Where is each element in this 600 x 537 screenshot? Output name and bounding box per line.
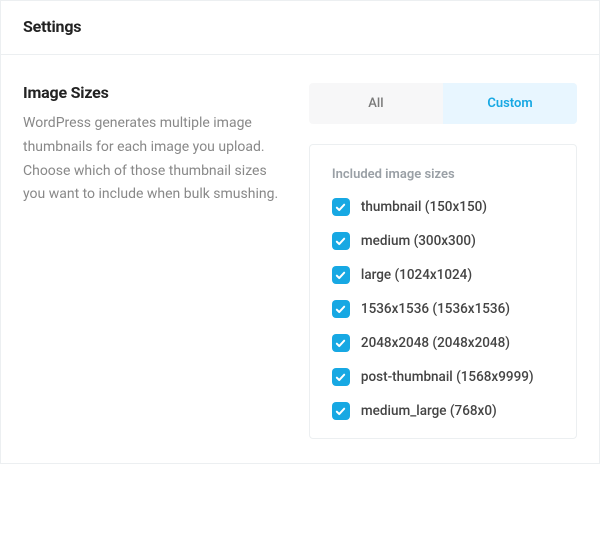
size-row: post-thumbnail (1568x9999) bbox=[332, 368, 554, 386]
tab-all[interactable]: All bbox=[309, 83, 443, 124]
panel-header: Settings bbox=[1, 1, 599, 55]
included-sizes-heading: Included image sizes bbox=[332, 167, 554, 182]
sizes-list: thumbnail (150x150) medium (300x300) large… bbox=[332, 198, 554, 420]
size-row: thumbnail (150x150) bbox=[332, 198, 554, 216]
page-title: Settings bbox=[23, 17, 577, 36]
size-row: 1536x1536 (1536x1536) bbox=[332, 300, 554, 318]
tab-custom[interactable]: Custom bbox=[443, 83, 577, 124]
included-sizes-box: Included image sizes thumbnail (150x150)… bbox=[309, 144, 577, 439]
size-checkbox[interactable] bbox=[332, 198, 350, 216]
section-description: WordPress generates multiple image thumb… bbox=[23, 112, 289, 207]
size-label: large (1024x1024) bbox=[361, 267, 472, 283]
size-label: medium (300x300) bbox=[361, 233, 476, 249]
size-checkbox[interactable] bbox=[332, 266, 350, 284]
size-checkbox[interactable] bbox=[332, 368, 350, 386]
size-label: medium_large (768x0) bbox=[361, 403, 497, 419]
size-label: 1536x1536 (1536x1536) bbox=[361, 301, 510, 317]
section-controls: All Custom Included image sizes thumbnai… bbox=[309, 83, 577, 439]
size-row: 2048x2048 (2048x2048) bbox=[332, 334, 554, 352]
section-title: Image Sizes bbox=[23, 83, 289, 102]
size-row: medium (300x300) bbox=[332, 232, 554, 250]
size-label: thumbnail (150x150) bbox=[361, 199, 487, 215]
settings-panel: Settings Image Sizes WordPress generates… bbox=[0, 0, 600, 464]
size-checkbox[interactable] bbox=[332, 232, 350, 250]
section-info: Image Sizes WordPress generates multiple… bbox=[23, 83, 289, 439]
size-row: medium_large (768x0) bbox=[332, 402, 554, 420]
size-checkbox[interactable] bbox=[332, 334, 350, 352]
size-checkbox[interactable] bbox=[332, 402, 350, 420]
size-row: large (1024x1024) bbox=[332, 266, 554, 284]
size-label: 2048x2048 (2048x2048) bbox=[361, 335, 510, 351]
panel-body: Image Sizes WordPress generates multiple… bbox=[1, 55, 599, 463]
sizes-tabs: All Custom bbox=[309, 83, 577, 124]
size-checkbox[interactable] bbox=[332, 300, 350, 318]
size-label: post-thumbnail (1568x9999) bbox=[361, 369, 534, 385]
